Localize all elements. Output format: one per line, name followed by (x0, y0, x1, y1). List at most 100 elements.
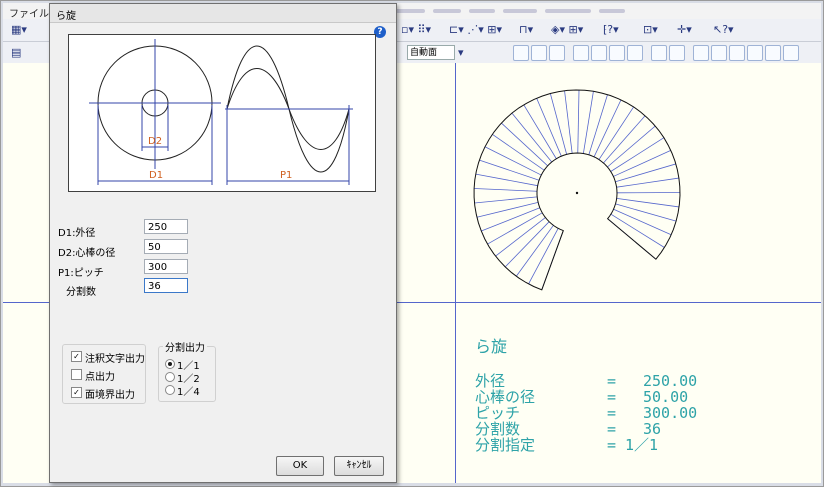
point-checkbox[interactable] (71, 369, 82, 380)
note-value: 36 (643, 420, 662, 438)
menu-item-blurred[interactable] (433, 9, 461, 13)
view-mode-label: 自動面 (410, 48, 438, 58)
note-value: 300.00 (643, 404, 698, 422)
menu-item-blurred[interactable] (599, 9, 625, 13)
note-label: 外径 (475, 372, 506, 390)
division-line (598, 106, 634, 160)
division-line (564, 90, 573, 154)
note-equals: = (607, 420, 617, 438)
layer-icon[interactable] (729, 45, 745, 61)
note-value: 250.00 (643, 372, 698, 390)
label-pitch: P1:ピッチ (58, 268, 104, 279)
menu-file[interactable]: ファイル (9, 5, 49, 20)
menu-item-blurred[interactable] (545, 9, 591, 13)
close-icon[interactable] (627, 45, 643, 61)
eraser-icon[interactable] (591, 45, 607, 61)
label-p1: P1 (280, 170, 292, 181)
division-line (577, 90, 580, 154)
line-icon[interactable] (549, 45, 565, 61)
pen-icon[interactable] (573, 45, 589, 61)
label-outer-diameter: D1:外径 (58, 228, 96, 239)
division-line (474, 196, 538, 204)
menu-item-blurred[interactable] (469, 9, 495, 13)
view-mode-select[interactable]: 自動面 (407, 45, 455, 60)
boundary-label: 面境界出力 (85, 390, 135, 401)
dialog-title: ら旋 (56, 11, 76, 22)
column-icon[interactable]: ⁅?▾ (603, 22, 619, 37)
note-label: 心棒の径 (475, 388, 536, 406)
radio-half[interactable] (165, 372, 175, 382)
dialog-titlebar[interactable]: ら旋 (50, 4, 396, 23)
grid-icon[interactable]: ▤ (11, 45, 21, 60)
division-line (501, 122, 548, 167)
division-line (476, 202, 539, 218)
cancel-button[interactable]: ｷｬﾝｾﾙ (334, 456, 384, 476)
page-icon[interactable] (765, 45, 781, 61)
note-equals: = (607, 436, 617, 454)
output-options-group: ✓ 注釈文字出力 点出力 ✓ 面境界出力 (62, 344, 146, 404)
division-output-group: 分割出力 1／1 1／2 1／4 (158, 339, 216, 402)
division-line (549, 93, 568, 155)
move-icon[interactable]: ✛▾ (677, 22, 692, 37)
division-line (615, 203, 677, 222)
division-line (492, 134, 545, 171)
snap-icon[interactable] (513, 45, 529, 61)
label-divisions: 分割数 (66, 287, 96, 298)
dots-icon[interactable] (711, 45, 727, 61)
division-line (616, 198, 680, 208)
note-label: ピッチ (475, 404, 521, 422)
division-line (484, 146, 542, 176)
align-icon[interactable] (651, 45, 667, 61)
cad-icon[interactable]: ▦▾ (11, 22, 27, 37)
ok-button[interactable]: OK (276, 456, 324, 476)
label-core-diameter: D2:心棒の径 (58, 248, 116, 259)
core-diameter-input[interactable]: 50 (144, 239, 188, 254)
app-window: ファイル ▦▾ ▫▾ ⠿▾ ⊏▾ ⋰▾ ⊞▾ ⊓▾ ◈▾ ⊞▾ ⁅?▾ ⊡▾ ✛… (0, 0, 824, 487)
node-icon[interactable] (747, 45, 763, 61)
array-icon[interactable]: ▫▾ ⠿▾ (401, 22, 431, 37)
annotation-label: 注釈文字出力 (85, 354, 145, 365)
snap-icon[interactable] (531, 45, 547, 61)
note-title: ら旋 (475, 337, 508, 356)
division-line (603, 115, 646, 164)
color-icon[interactable] (693, 45, 709, 61)
preview-diagram: D2 D1 P1 (68, 34, 376, 192)
center-point (575, 191, 579, 195)
radio-quarter[interactable] (165, 385, 175, 395)
menu-item-blurred[interactable] (503, 9, 537, 13)
note-equals: = (607, 404, 617, 422)
shape-icon[interactable]: ⊡▾ (643, 22, 658, 37)
outer-diameter-input[interactable]: 250 (144, 219, 188, 234)
fill-icon[interactable]: ◈▾ ⊞▾ (551, 22, 583, 37)
help-pointer-icon[interactable]: ↖?▾ (713, 22, 734, 37)
note-value: 50.00 (643, 388, 689, 406)
chevron-down-icon[interactable]: ▾ (458, 45, 464, 60)
preview-svg: D2 D1 P1 (89, 39, 353, 185)
target-icon[interactable] (669, 45, 685, 61)
division-line (475, 173, 538, 187)
note-equals: = (607, 388, 617, 406)
pitch-input[interactable]: 300 (144, 259, 188, 274)
division-line (504, 221, 550, 268)
note-value: 1／1 (625, 436, 659, 454)
annotation-checkbox[interactable]: ✓ (71, 351, 82, 362)
spiral-dialog: ら旋 ? D2 D1 P1 D1:外径 250 D2:心棒の径 50 P1:ピッ… (49, 3, 397, 483)
brush-icon[interactable] (609, 45, 625, 61)
menu-item-blurred[interactable] (395, 9, 425, 13)
radio-full[interactable] (165, 359, 175, 369)
division-line (474, 188, 538, 192)
label-d1: D1 (149, 170, 163, 181)
spiral-shape (473, 89, 681, 291)
mountain-icon[interactable] (783, 45, 799, 61)
dimension-icon[interactable]: ⊏▾ ⋰▾ ⊞▾ (449, 22, 502, 37)
division-line (615, 163, 676, 183)
boundary-checkbox[interactable]: ✓ (71, 387, 82, 398)
division-line (495, 217, 546, 257)
note-equals: = (607, 372, 617, 390)
division-line (523, 104, 557, 159)
division-line (610, 213, 665, 248)
measure-icon[interactable]: ⊓▾ (519, 22, 533, 37)
note-label: 分割指定 (475, 436, 536, 454)
division-output-title: 分割出力 (163, 339, 207, 354)
divisions-input[interactable]: 36 (144, 278, 188, 293)
